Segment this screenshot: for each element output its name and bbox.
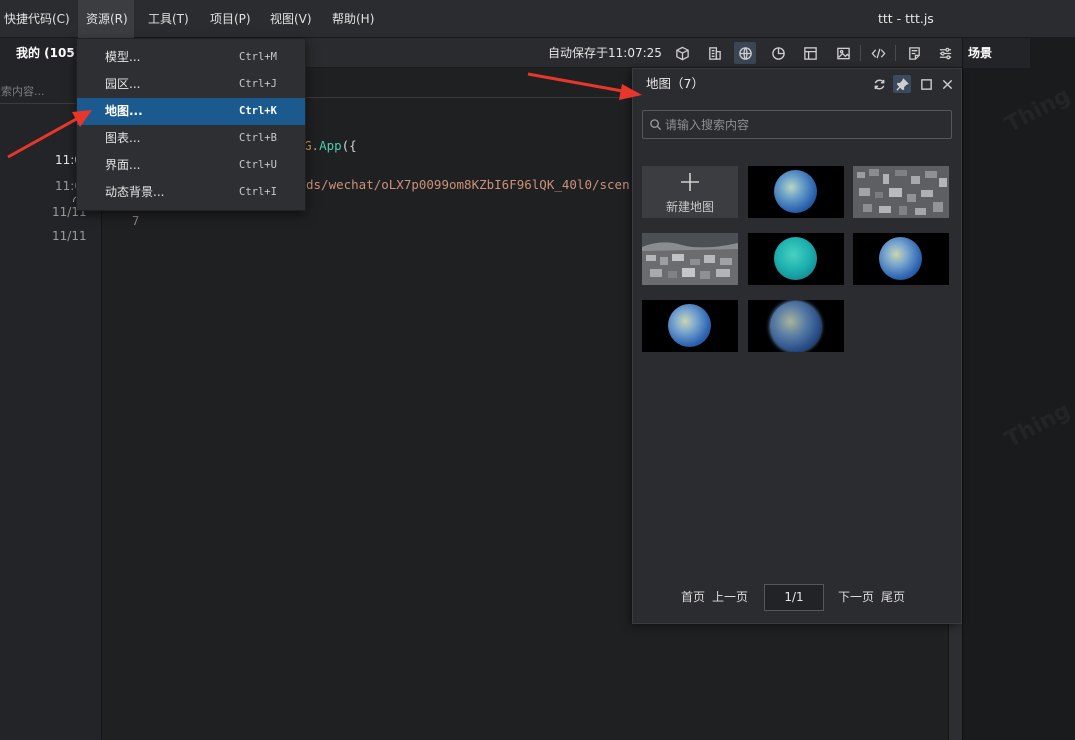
map-search-field[interactable] (642, 110, 952, 139)
map-thumbnail[interactable] (748, 300, 844, 352)
city-aerial-thumbnail (853, 166, 949, 218)
globe-icon[interactable] (734, 42, 756, 64)
new-map-label: 新建地图 (665, 200, 714, 214)
menu-item-label: 模型... (105, 50, 141, 64)
menu-item-shortcut: Ctrl+J (239, 78, 277, 90)
page-next-button[interactable]: 下一页 (838, 584, 874, 610)
map-search-input[interactable] (665, 111, 945, 138)
menu-item-ui[interactable]: 界面... Ctrl+U (77, 152, 305, 179)
menu-item-chart[interactable]: 图表... Ctrl+B (77, 125, 305, 152)
notes-icon[interactable] (903, 42, 925, 64)
page-number-field[interactable]: 1/1 (764, 584, 824, 611)
menu-item-shortcut: Ctrl+U (239, 159, 277, 171)
earth-globe-icon (774, 237, 817, 280)
line-number: 7 (132, 214, 140, 228)
close-icon[interactable] (938, 75, 956, 93)
watermark: Thing (1001, 398, 1074, 453)
menu-item-label: 界面... (105, 158, 141, 172)
page-first-button[interactable]: 首页 (681, 584, 705, 610)
menubar: 快捷代码(C) 资源(R) 工具(T) 项目(P) 视图(V) 帮助(H) tt… (0, 0, 1075, 38)
menu-item-model[interactable]: 模型... Ctrl+M (77, 44, 305, 71)
map-thumbnail[interactable] (642, 300, 738, 352)
code-line-url: ds/wechat/oLX7p0099om8KZbI6F96lQK_40l0/s… (306, 177, 630, 192)
chart-icon[interactable] (767, 42, 789, 64)
tab-scene[interactable]: 场景 (962, 38, 1030, 68)
code-token-punct: ({ (341, 138, 357, 153)
city-aerial-thumbnail (642, 233, 738, 285)
menu-item-label: 园区... (105, 77, 141, 91)
pin-icon[interactable] (893, 75, 911, 93)
earth-globe-icon (879, 237, 922, 280)
pagination: 首页 上一页 1/1 下一页 尾页 (633, 584, 963, 611)
menu-item-label: 动态背景... (105, 185, 165, 199)
building-icon[interactable] (703, 42, 725, 64)
menu-item-shortcut: Ctrl+K (239, 105, 277, 117)
tab-strip-empty (1030, 38, 1075, 68)
menu-item-label: 地图... (105, 104, 143, 118)
menu-help[interactable]: 帮助(H) (332, 0, 374, 38)
list-item-time[interactable]: 11/11 (52, 229, 87, 243)
image-icon[interactable] (832, 42, 854, 64)
window-title: ttt - ttt.js (878, 11, 934, 26)
menu-item-label: 图表... (105, 131, 141, 145)
tab-mine[interactable]: 我的 (105) (0, 38, 84, 68)
layout-icon[interactable] (799, 42, 821, 64)
code-line-app: G.App({ (304, 138, 357, 153)
menu-project[interactable]: 项目(P) (210, 0, 251, 38)
earth-globe-icon (770, 301, 821, 352)
menu-item-shortcut: Ctrl+M (239, 51, 277, 63)
menu-shortcut-code[interactable]: 快捷代码(C) (4, 0, 70, 38)
left-search-placeholder: 搜索内容... (0, 85, 45, 98)
map-thumbnail[interactable] (853, 166, 949, 218)
menu-resources[interactable]: 资源(R) (78, 0, 134, 38)
code-token-function: App (319, 138, 342, 153)
map-thumbnail[interactable] (642, 233, 738, 285)
scene-panel: Thing Thing (962, 68, 1075, 740)
resources-dropdown-menu: 模型... Ctrl+M 园区... Ctrl+J 地图... Ctrl+K 图… (76, 38, 306, 211)
map-panel-title: 地图（7） (646, 76, 704, 91)
menu-item-map[interactable]: 地图... Ctrl+K (77, 98, 305, 125)
autosave-status: 自动保存于11:07:25 (548, 46, 662, 60)
map-panel: 地图（7） 新建地图 (632, 68, 962, 624)
menu-item-park[interactable]: 园区... Ctrl+J (77, 71, 305, 98)
code-token-namespace: G. (304, 138, 320, 153)
cube-icon[interactable] (671, 42, 693, 64)
toolbar-divider (860, 45, 861, 61)
plus-icon (681, 173, 699, 191)
map-thumbnail[interactable] (853, 233, 949, 285)
maximize-icon[interactable] (917, 75, 935, 93)
refresh-icon[interactable] (870, 75, 888, 93)
menu-item-dynamic-background[interactable]: 动态背景... Ctrl+I (77, 179, 305, 206)
search-icon (650, 119, 662, 131)
code-icon[interactable] (867, 42, 889, 64)
toolbar-divider (895, 45, 896, 61)
earth-globe-icon (668, 304, 711, 347)
map-thumbnail[interactable] (748, 233, 844, 285)
map-thumbnail[interactable] (748, 166, 844, 218)
menu-view[interactable]: 视图(V) (270, 0, 312, 38)
new-map-button[interactable]: 新建地图 (642, 166, 738, 218)
menu-item-shortcut: Ctrl+B (239, 132, 277, 144)
earth-globe-icon (774, 170, 817, 213)
watermark: Thing (1001, 83, 1074, 138)
settings-sliders-icon[interactable] (934, 42, 956, 64)
page-prev-button[interactable]: 上一页 (712, 584, 748, 610)
page-last-button[interactable]: 尾页 (881, 584, 905, 610)
menu-item-shortcut: Ctrl+I (239, 186, 277, 198)
menu-tools[interactable]: 工具(T) (148, 0, 189, 38)
